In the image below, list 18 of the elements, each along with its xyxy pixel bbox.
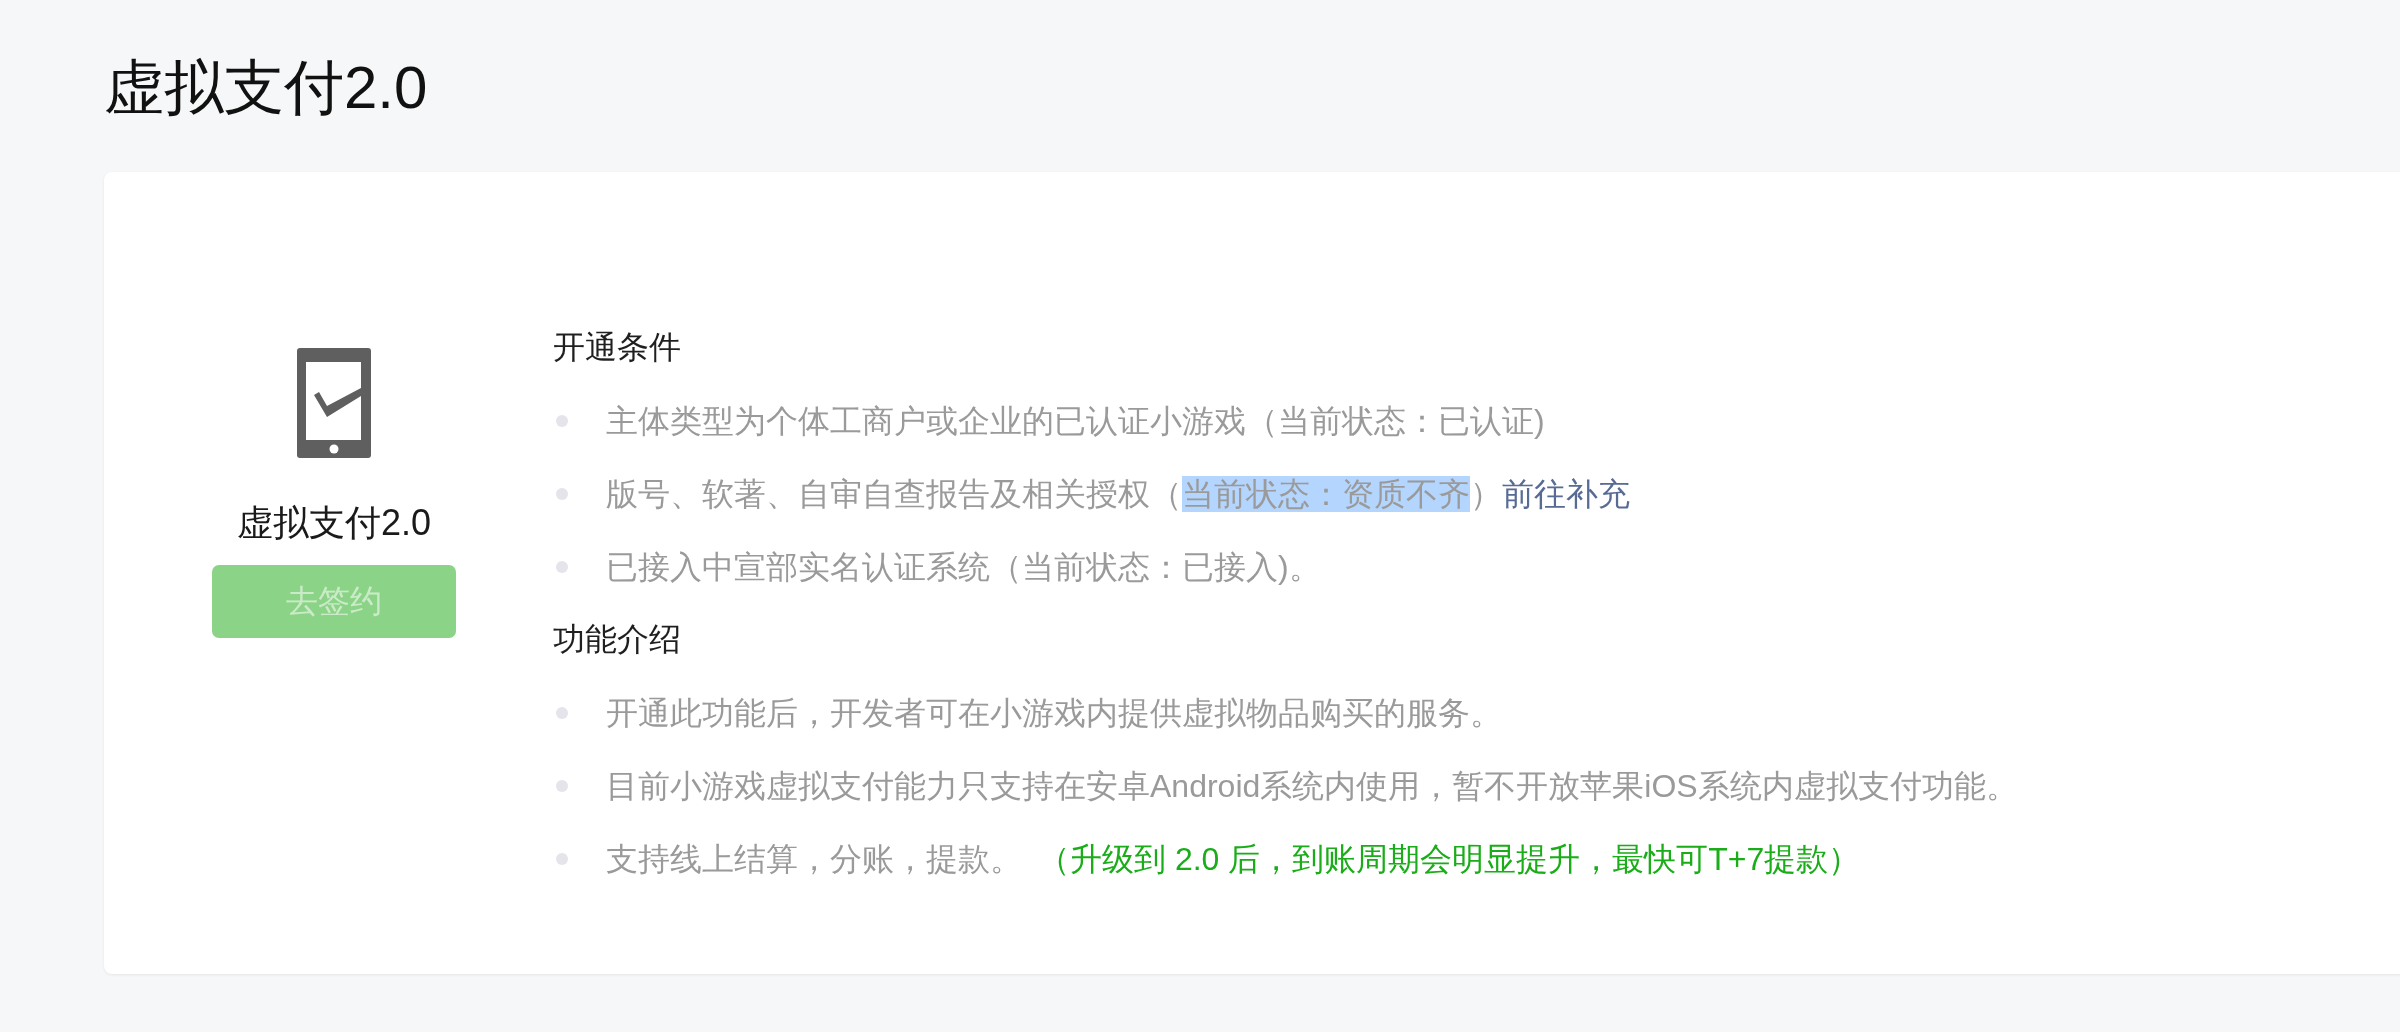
bullet-icon: [556, 706, 568, 719]
section-heading: 功能介绍: [553, 620, 681, 659]
list-item-text: 版号、软著、自审自查报告及相关授权（当前状态：资质不齐）前往补充: [606, 474, 1630, 514]
list-item-text: 主体类型为个体工商户或企业的已认证小游戏（当前状态：已认证): [606, 401, 1545, 441]
supplement-link[interactable]: 前往补充: [1502, 475, 1630, 512]
phone-check-icon: [297, 348, 371, 458]
list-item-text: 支持线上结算，分账，提款。 （升级到 2.0 后，到账周期会明显提升，最快可T+7提款）: [606, 839, 1861, 879]
bullet-icon: [556, 487, 568, 500]
list-item-text: 目前小游戏虚拟支付能力只支持在安卓Android系统内使用，暂不开放苹果iOS系统内虚拟支付功能。: [606, 766, 2018, 806]
section-heading: 开通条件: [553, 328, 681, 367]
product-name: 虚拟支付2.0: [236, 501, 431, 545]
bullet-icon: [556, 560, 568, 573]
bullet-icon: [556, 779, 568, 792]
bullet-icon: [556, 414, 568, 427]
bullet-icon: [556, 852, 568, 865]
list-item-text: 已接入中宣部实名认证系统（当前状态：已接入)。: [606, 547, 1321, 587]
page-title: 虚拟支付2.0: [104, 53, 428, 123]
list-item-text: 开通此功能后，开发者可在小游戏内提供虚拟物品购买的服务。: [606, 693, 1502, 733]
